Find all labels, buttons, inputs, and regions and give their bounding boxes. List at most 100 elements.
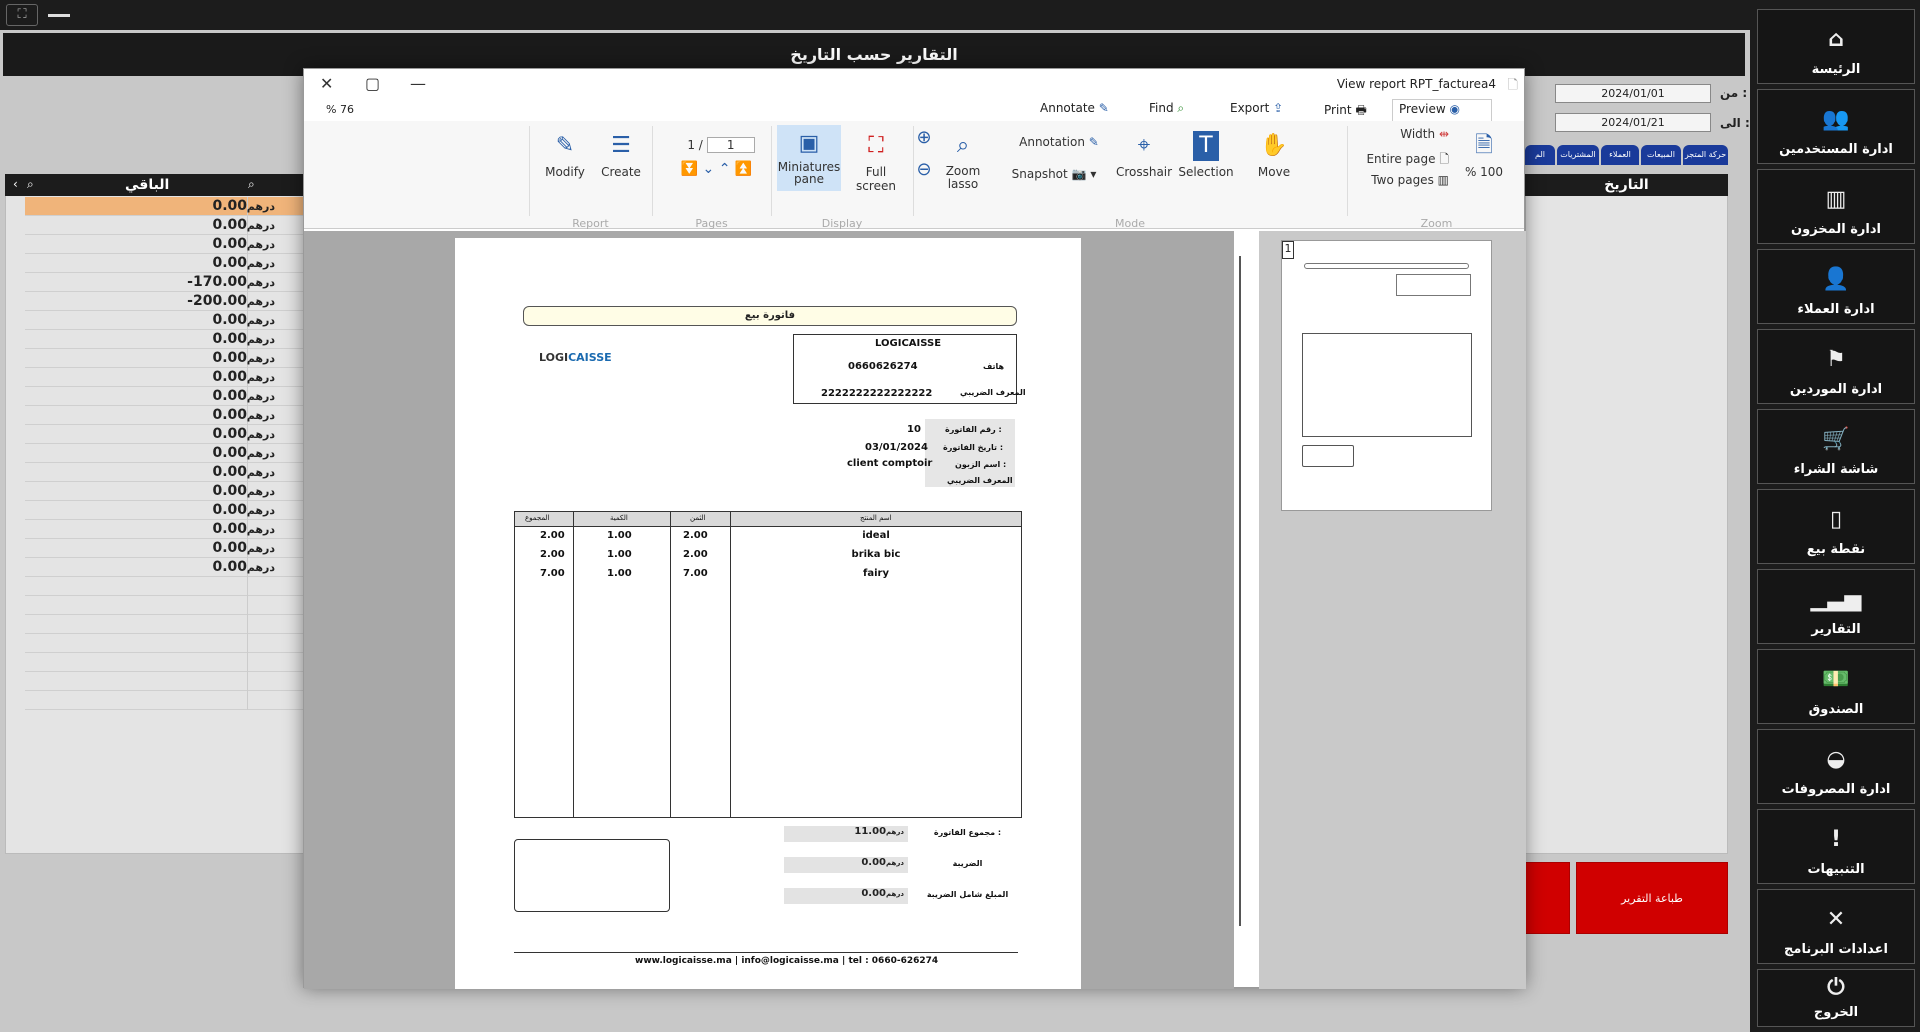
print-report-button[interactable]: طباعة التقرير [1576, 862, 1728, 934]
tab-store-movement[interactable]: حركة المتجر [1683, 145, 1728, 165]
table-row[interactable] [25, 615, 305, 634]
table-row[interactable]: 0.00 درهم [25, 463, 305, 482]
table-row[interactable]: 0.00 درهم [25, 216, 305, 235]
table-row[interactable] [25, 672, 305, 691]
close-icon[interactable]: ✕ [320, 74, 333, 93]
zoom-out-icon[interactable]: ⊖ [912, 159, 936, 180]
currency-label: درهم [246, 352, 275, 365]
create-button[interactable]: ☰ Create [596, 131, 646, 179]
report-view-area[interactable]: فاتورة بيع LOGICAISSE LOGICAISSE 0660626… [304, 231, 1241, 989]
menu-print[interactable]: Print 🖶 [1324, 101, 1367, 121]
previous-page-icon[interactable]: ⌃ [719, 161, 731, 177]
snapshot-button[interactable]: Snapshot 📷 ▾ [1004, 167, 1104, 181]
tab-more[interactable]: الم [1525, 145, 1555, 165]
table-row[interactable]: -200.00 درهم [25, 292, 305, 311]
search-icon[interactable]: ⌕ [27, 177, 34, 192]
table-row[interactable] [25, 653, 305, 672]
dates-table [1525, 174, 1728, 854]
width-icon: ⇹ [1438, 127, 1449, 141]
lasso-icon: ⌕ [956, 133, 970, 158]
sidebar-item-customers[interactable]: 👤 ادارة العملاء [1757, 249, 1915, 324]
page-number-input[interactable]: 1 [706, 137, 755, 153]
table-row[interactable]: 0.00 درهم [25, 444, 305, 463]
next-page-icon[interactable]: ⌄ [703, 161, 715, 177]
currency-label: درهم [246, 295, 275, 308]
sidebar-item-inventory[interactable]: ▥ ادارة المخزون [1757, 169, 1915, 244]
table-row[interactable]: 0.00 درهم [25, 330, 305, 349]
table-row[interactable]: -170.00 درهم [25, 273, 305, 292]
table-row[interactable]: 0.00 درهم [25, 311, 305, 330]
table-row[interactable]: 0.00 درهم [25, 501, 305, 520]
zoom-input[interactable]: % 76 [326, 103, 354, 123]
miniatures-pane-button[interactable]: ▣ Miniatures pane [777, 125, 841, 191]
sidebar-item-home[interactable]: ⌂ الرئيسة [1757, 9, 1915, 84]
tab-customers[interactable]: العملاء [1601, 145, 1639, 165]
red-button-partial[interactable] [1525, 862, 1570, 934]
restore-icon[interactable]: ⛶ [6, 4, 38, 26]
stamp-box [514, 839, 670, 912]
panel-icon: ▣ [798, 131, 820, 156]
page-total: 1 / [687, 138, 703, 152]
search-icon[interactable]: ⌕ [248, 177, 255, 192]
sidebar-item-exit[interactable]: ⏻ الخروج [1757, 969, 1915, 1027]
menu-find[interactable]: Find ⌕ [1149, 101, 1184, 121]
chevron-left-icon[interactable]: ‹ [13, 177, 18, 191]
table-row[interactable]: 0.00 درهم [25, 349, 305, 368]
table-row[interactable]: 0.00 درهم [25, 482, 305, 501]
full-screen-button[interactable]: ⛶ Full screen [844, 131, 908, 193]
sidebar-item-pos[interactable]: ▯ نقطة بيع [1757, 489, 1915, 564]
table-row[interactable]: 0.00 درهم [25, 387, 305, 406]
sidebar-item-expenses[interactable]: ◒ ادارة المصروفات [1757, 729, 1915, 804]
zoom-in-icon[interactable]: ⊕ [912, 127, 936, 148]
table-row[interactable]: 0.00 درهم [25, 539, 305, 558]
remaining-value: 0.00 [212, 255, 247, 271]
table-row[interactable]: 0.00 درهم [25, 197, 305, 216]
minimize-icon[interactable]: — [410, 74, 426, 93]
miniatures-pane: 1 [1259, 231, 1526, 989]
scrollbar[interactable] [1239, 256, 1241, 926]
table-row[interactable]: 0.00 درهم [25, 520, 305, 539]
menu-export[interactable]: Export ⇪ [1230, 101, 1283, 121]
page-thumbnail[interactable]: 1 [1281, 240, 1492, 511]
currency-label: درهم [246, 390, 275, 403]
selection-button[interactable]: T Selection [1176, 131, 1236, 179]
entire-page-button[interactable]: Entire page 🗋 [1344, 150, 1449, 171]
menu-annotate[interactable]: Annotate ✎ [1040, 101, 1109, 121]
zoom-100-button[interactable]: 🗎% 100 [1459, 131, 1509, 179]
table-row[interactable]: 0.00 درهم [25, 406, 305, 425]
two-pages-button[interactable]: Two pages ▥ [1344, 173, 1449, 187]
first-page-icon[interactable]: ⏫ [735, 161, 752, 177]
sidebar-item-settings[interactable]: ✕ اعدادات البرنامج [1757, 889, 1915, 964]
table-row[interactable] [25, 634, 305, 653]
minimize-icon[interactable] [48, 14, 70, 17]
last-page-icon[interactable]: ⏬ [681, 161, 698, 177]
tab-sales[interactable]: المبيعات [1641, 145, 1681, 165]
table-row[interactable]: 0.00 درهم [25, 368, 305, 387]
zoom-lasso-button[interactable]: ⌕ Zoom lasso [938, 131, 988, 191]
table-row[interactable]: 0.00 درهم [25, 558, 305, 577]
sidebar-item-alerts[interactable]: ! التنبيهات [1757, 809, 1915, 884]
annotation-button[interactable]: Annotation ✎ [1009, 135, 1109, 149]
crosshair-button[interactable]: ⌖ Crosshair [1114, 131, 1174, 179]
zoom-width-button[interactable]: Width ⇹ [1359, 127, 1449, 141]
to-date-field[interactable]: 2024/01/21 [1555, 113, 1711, 132]
from-date-field[interactable]: 2024/01/01 [1555, 84, 1711, 103]
move-button[interactable]: ✋ Move [1249, 131, 1299, 179]
table-row[interactable]: 0.00 درهم [25, 425, 305, 444]
table-row[interactable] [25, 596, 305, 615]
table-row[interactable] [25, 691, 305, 710]
sidebar-item-reports[interactable]: ▁▃▅ التقارير [1757, 569, 1915, 644]
table-row[interactable] [25, 577, 305, 596]
table-row[interactable]: 0.00 درهم [25, 254, 305, 273]
sidebar-item-suppliers[interactable]: ⚑ ادارة الموردين [1757, 329, 1915, 404]
line-price: 2.00 [683, 530, 708, 541]
menu-preview[interactable]: Preview ◉ [1392, 99, 1492, 121]
sidebar-item-users[interactable]: 👥 ادارة المستخدمين [1757, 89, 1915, 164]
sidebar-item-cashbox[interactable]: 💵 الصندوق [1757, 649, 1915, 724]
maximize-icon[interactable]: ▢ [365, 74, 380, 93]
tab-purchases[interactable]: المشتريات [1557, 145, 1599, 165]
sidebar-item-purchase[interactable]: 🛒 شاشة الشراء [1757, 409, 1915, 484]
table-row[interactable]: 0.00 درهم [25, 235, 305, 254]
customer-icon: 👤 [1822, 267, 1850, 292]
modify-button[interactable]: ✎ Modify [540, 131, 590, 179]
